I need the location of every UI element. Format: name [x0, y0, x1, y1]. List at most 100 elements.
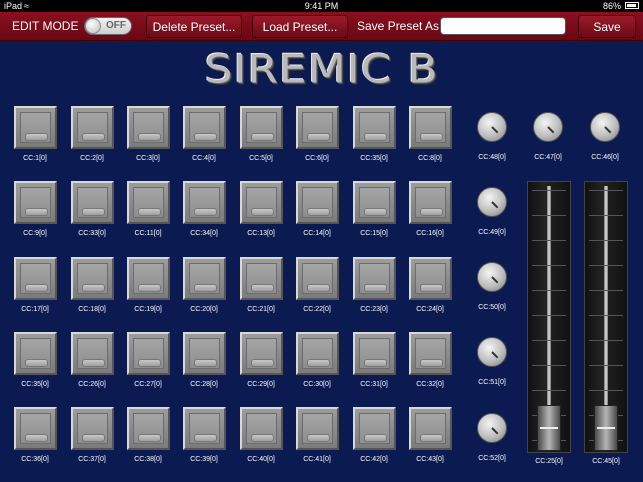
fader-track [584, 181, 628, 453]
pad-cc-label: CC:4[0] [192, 155, 216, 162]
pad-button[interactable] [71, 407, 114, 450]
pad-button[interactable] [296, 106, 339, 149]
pad-cc-label: CC:43[0] [416, 456, 444, 463]
pad-cc-label: CC:24[0] [416, 306, 444, 313]
knob-cc-label: CC:49[0] [478, 229, 506, 236]
fader-handle[interactable] [537, 405, 561, 451]
pad-button[interactable] [240, 257, 283, 300]
pad-cc-label: CC:20[0] [190, 306, 218, 313]
fader-tick [532, 315, 566, 316]
pad-button[interactable] [127, 407, 170, 450]
fader-tick [589, 190, 623, 191]
pad-button[interactable] [127, 257, 170, 300]
pad-cc-label: CC:26[0] [78, 381, 106, 388]
pad-button[interactable] [353, 332, 396, 375]
knob-cc-label: CC:50[0] [478, 304, 506, 311]
pad-cc-label: CC:32[0] [416, 381, 444, 388]
pad-button[interactable] [183, 332, 226, 375]
pad-cc-label: CC:9[0] [23, 230, 47, 237]
knob-control[interactable] [477, 413, 507, 443]
fader-tick [589, 390, 623, 391]
pad-button[interactable] [409, 257, 452, 300]
pad-button[interactable] [296, 181, 339, 224]
pad-cc-label: CC:37[0] [78, 456, 106, 463]
pad-cc-label: CC:18[0] [78, 306, 106, 313]
pad-cc-label: CC:41[0] [303, 456, 331, 463]
fader-tick [589, 290, 623, 291]
pad-cc-label: CC:27[0] [134, 381, 162, 388]
knob-control[interactable] [477, 112, 507, 142]
pad-cc-label: CC:13[0] [247, 230, 275, 237]
pad-cc-label: CC:35[0] [21, 381, 49, 388]
fader-handle[interactable] [594, 405, 618, 451]
pad-button[interactable] [14, 181, 57, 224]
pad-cc-label: CC:16[0] [416, 230, 444, 237]
pad-button[interactable] [409, 181, 452, 224]
pad-button[interactable] [127, 181, 170, 224]
pad-cc-label: CC:3[0] [136, 155, 160, 162]
pad-button[interactable] [127, 332, 170, 375]
knob-cc-label: CC:46[0] [591, 154, 619, 161]
pad-button[interactable] [353, 106, 396, 149]
pad-cc-label: CC:19[0] [134, 306, 162, 313]
fader-tick [532, 240, 566, 241]
knob-control[interactable] [533, 112, 563, 142]
pad-button[interactable] [14, 106, 57, 149]
pad-button[interactable] [409, 332, 452, 375]
pad-cc-label: CC:15[0] [360, 230, 388, 237]
pad-button[interactable] [353, 257, 396, 300]
pad-button[interactable] [296, 407, 339, 450]
knob-cc-label: CC:51[0] [478, 379, 506, 386]
pad-cc-label: CC:29[0] [247, 381, 275, 388]
fader-tick [589, 365, 623, 366]
fader-tick [589, 215, 623, 216]
fader-tick [532, 215, 566, 216]
pad-cc-label: CC:30[0] [303, 381, 331, 388]
fader-tick [589, 240, 623, 241]
knob-cc-label: CC:52[0] [478, 455, 506, 462]
pad-cc-label: CC:39[0] [190, 456, 218, 463]
controller-surface: CC:1[0] CC:2[0] CC:3[0] CC:4[0] CC:5[0] CC:6[… [0, 0, 643, 482]
pad-button[interactable] [296, 257, 339, 300]
pad-cc-label: CC:2[0] [80, 155, 104, 162]
pad-button[interactable] [183, 407, 226, 450]
pad-cc-label: CC:36[0] [21, 456, 49, 463]
pad-button[interactable] [240, 181, 283, 224]
pad-cc-label: CC:5[0] [249, 155, 273, 162]
pad-button[interactable] [240, 106, 283, 149]
pad-button[interactable] [183, 257, 226, 300]
fader-track [527, 181, 571, 453]
pad-button[interactable] [353, 181, 396, 224]
pad-button[interactable] [14, 332, 57, 375]
pad-cc-label: CC:1[0] [23, 155, 47, 162]
knob-control[interactable] [477, 187, 507, 217]
pad-button[interactable] [409, 106, 452, 149]
fader-tick [532, 290, 566, 291]
pad-button[interactable] [353, 407, 396, 450]
knob-control[interactable] [477, 262, 507, 292]
pad-button[interactable] [71, 106, 114, 149]
pad-button[interactable] [183, 106, 226, 149]
pad-button[interactable] [240, 407, 283, 450]
pad-cc-label: CC:34[0] [190, 230, 218, 237]
pad-button[interactable] [14, 257, 57, 300]
pad-button[interactable] [240, 332, 283, 375]
pad-button[interactable] [14, 407, 57, 450]
fader-tick [532, 365, 566, 366]
fader-tick [532, 340, 566, 341]
pad-button[interactable] [71, 257, 114, 300]
pad-button[interactable] [71, 332, 114, 375]
pad-button[interactable] [409, 407, 452, 450]
pad-button[interactable] [183, 181, 226, 224]
pad-button[interactable] [296, 332, 339, 375]
pad-button[interactable] [127, 106, 170, 149]
fader-tick [532, 390, 566, 391]
knob-control[interactable] [590, 112, 620, 142]
knob-control[interactable] [477, 337, 507, 367]
fader-tick [532, 265, 566, 266]
pad-cc-label: CC:14[0] [303, 230, 331, 237]
fader-cc-label: CC:45[0] [592, 458, 620, 465]
fader-tick [589, 340, 623, 341]
pad-cc-label: CC:17[0] [21, 306, 49, 313]
pad-button[interactable] [71, 181, 114, 224]
